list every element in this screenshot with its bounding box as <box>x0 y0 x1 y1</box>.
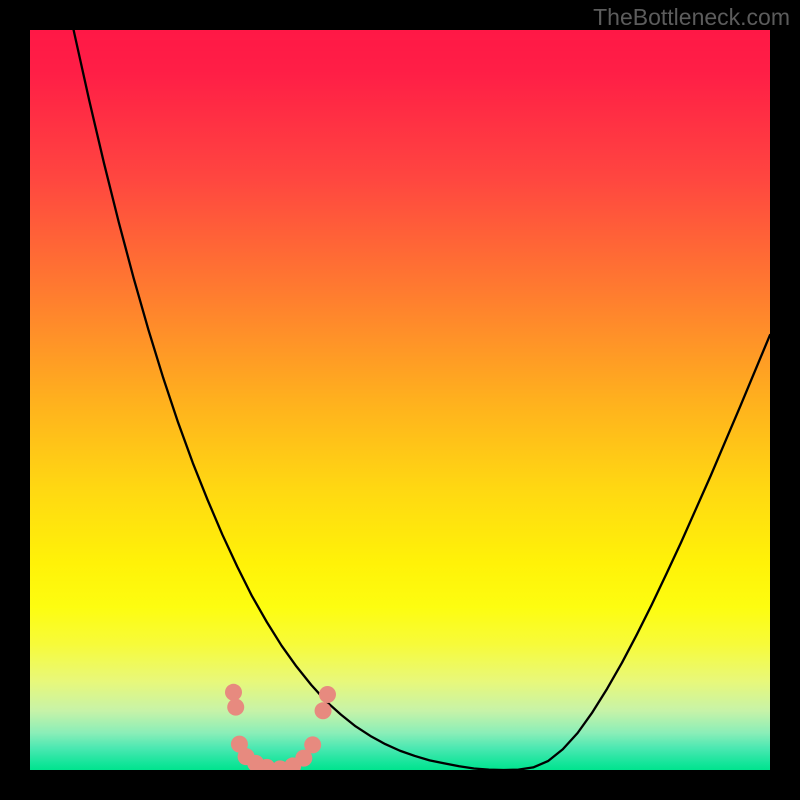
curve-marker <box>225 684 242 701</box>
curve-marker <box>319 686 336 703</box>
curve-marker <box>227 699 244 716</box>
curve-marker <box>315 702 332 719</box>
watermark-text: TheBottleneck.com <box>593 4 790 31</box>
curve-markers <box>225 684 336 770</box>
curve-marker <box>304 736 321 753</box>
plot-area <box>30 30 770 770</box>
chart-svg <box>30 30 770 770</box>
chart-frame: TheBottleneck.com <box>0 0 800 800</box>
bottleneck-curve <box>30 30 770 770</box>
